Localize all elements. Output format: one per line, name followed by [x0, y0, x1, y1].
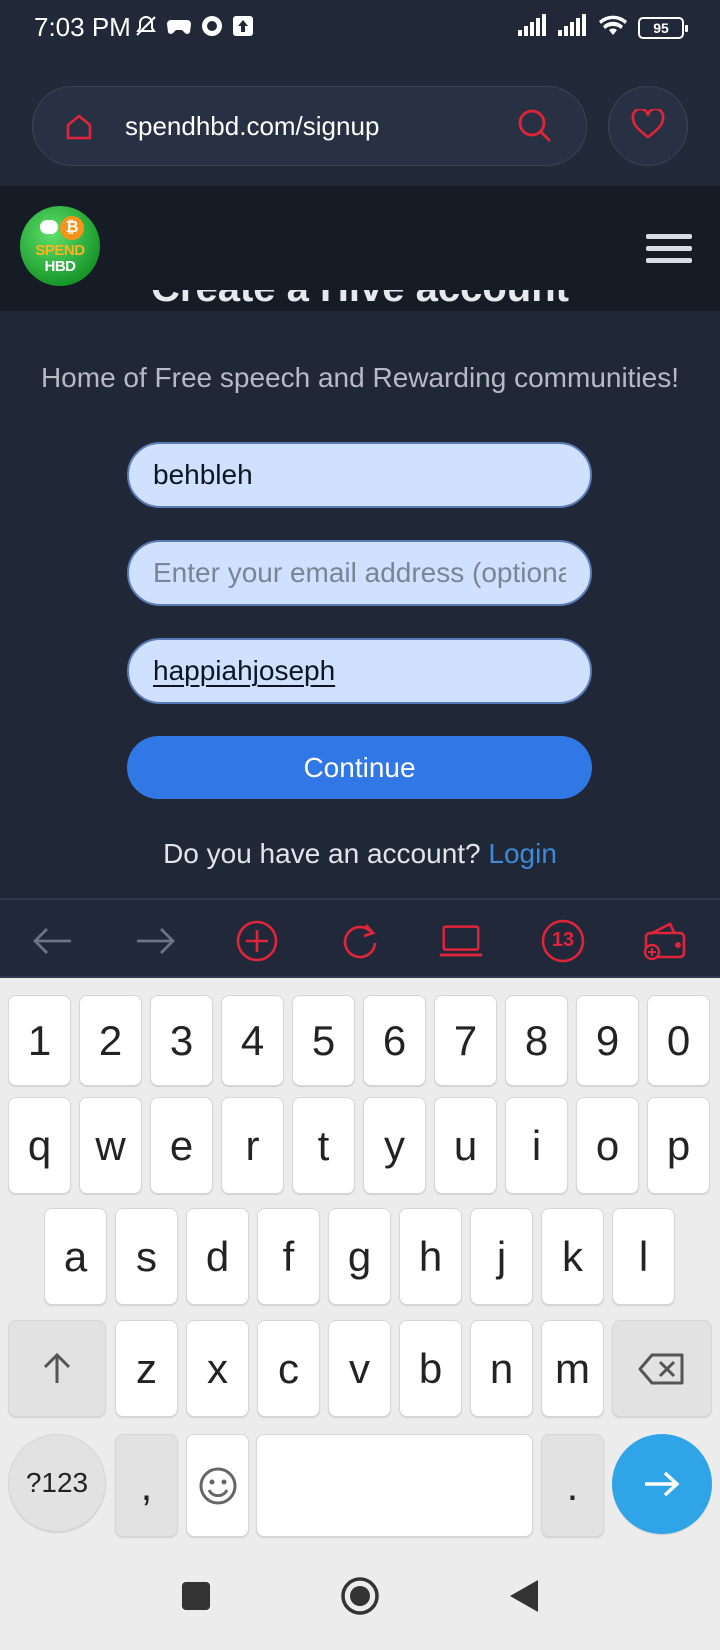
key-u[interactable]: u [434, 1097, 497, 1194]
forward-arrow-icon[interactable] [132, 918, 178, 964]
period-key[interactable]: . [541, 1434, 604, 1537]
home-nav-icon[interactable] [340, 1576, 380, 1621]
key-7[interactable]: 7 [434, 995, 497, 1086]
space-key[interactable] [256, 1434, 533, 1537]
key-0[interactable]: 0 [647, 995, 710, 1086]
key-2[interactable]: 2 [79, 995, 142, 1086]
desktop-mode-icon[interactable] [438, 918, 484, 964]
key-m[interactable]: m [541, 1320, 604, 1417]
key-9[interactable]: 9 [576, 995, 639, 1086]
backspace-key[interactable] [612, 1320, 712, 1417]
home-icon[interactable] [63, 111, 95, 148]
signal-icon-2 [558, 14, 588, 41]
key-w[interactable]: w [79, 1097, 142, 1194]
page-subtitle: Home of Free speech and Rewarding commun… [40, 362, 680, 393]
referrer-value: happiahjoseph [153, 655, 336, 686]
username-field[interactable]: behbleh [127, 442, 592, 508]
backspace-icon [638, 1353, 684, 1384]
key-y[interactable]: y [363, 1097, 426, 1194]
key-r[interactable]: r [221, 1097, 284, 1194]
mute-icon [134, 14, 158, 43]
arrow-right-icon [645, 1471, 680, 1497]
hamburger-menu-icon[interactable] [646, 234, 692, 268]
page-title: Create a Hive account [0, 290, 720, 311]
key-v[interactable]: v [328, 1320, 391, 1417]
upload-icon [232, 15, 254, 42]
search-icon[interactable] [516, 107, 552, 148]
key-6[interactable]: 6 [363, 995, 426, 1086]
key-e[interactable]: e [150, 1097, 213, 1194]
key-c[interactable]: c [257, 1320, 320, 1417]
signal-icon [518, 14, 548, 41]
emoji-icon [199, 1467, 236, 1504]
soft-keyboard: 1 2 3 4 5 6 7 8 9 0 q w e r t y u i o p … [0, 978, 720, 1548]
wallet-icon[interactable] [642, 918, 688, 964]
continue-button[interactable]: Continue [127, 736, 592, 799]
key-f[interactable]: f [257, 1208, 320, 1305]
wifi-icon [598, 14, 628, 41]
back-arrow-icon[interactable] [30, 918, 76, 964]
key-1[interactable]: 1 [8, 995, 71, 1086]
status-icons-right: 95 [518, 14, 688, 41]
chat-icon [200, 14, 224, 43]
key-d[interactable]: d [186, 1208, 249, 1305]
status-time: 7:03 PM [34, 12, 131, 42]
key-z[interactable]: z [115, 1320, 178, 1417]
key-5[interactable]: 5 [292, 995, 355, 1086]
key-8[interactable]: 8 [505, 995, 568, 1086]
key-q[interactable]: q [8, 1097, 71, 1194]
new-tab-icon[interactable] [234, 918, 280, 964]
enter-key[interactable] [612, 1434, 712, 1534]
key-i[interactable]: i [505, 1097, 568, 1194]
key-a[interactable]: a [44, 1208, 107, 1305]
browser-address-bar: spendhbd.com/signup [0, 56, 720, 186]
shift-arrow-icon [43, 1352, 71, 1383]
url-field[interactable]: spendhbd.com/signup [32, 86, 587, 166]
page-title-clipped: Create a Hive account [0, 290, 720, 312]
status-icons-left [134, 14, 254, 43]
favorite-button[interactable] [608, 86, 688, 166]
tabs-count-icon[interactable]: 13 [540, 918, 586, 964]
key-n[interactable]: n [470, 1320, 533, 1417]
url-text[interactable]: spendhbd.com/signup [125, 111, 379, 142]
key-g[interactable]: g [328, 1208, 391, 1305]
key-l[interactable]: l [612, 1208, 675, 1305]
back-nav-icon[interactable] [508, 1578, 540, 1619]
referrer-field[interactable]: happiahjoseph [127, 638, 592, 704]
comma-key[interactable]: , [115, 1434, 178, 1537]
game-icon [166, 15, 192, 42]
heart-icon [631, 107, 665, 144]
system-nav-bar [0, 1548, 720, 1650]
recents-icon[interactable] [180, 1580, 212, 1617]
key-x[interactable]: x [186, 1320, 249, 1417]
key-h[interactable]: h [399, 1208, 462, 1305]
key-3[interactable]: 3 [150, 995, 213, 1086]
key-j[interactable]: j [470, 1208, 533, 1305]
key-4[interactable]: 4 [221, 995, 284, 1086]
tabs-count: 13 [551, 929, 575, 951]
logo-text-hbd: HBD [44, 258, 77, 275]
refresh-icon[interactable] [337, 918, 383, 964]
symbols-key[interactable]: ?123 [8, 1434, 106, 1532]
key-o[interactable]: o [576, 1097, 639, 1194]
login-link[interactable]: Login [488, 838, 557, 869]
login-prompt: Do you have an account? Login [0, 838, 720, 870]
logo-text-spend: SPEND [35, 242, 85, 259]
email-field[interactable] [127, 540, 592, 606]
key-t[interactable]: t [292, 1097, 355, 1194]
key-s[interactable]: s [115, 1208, 178, 1305]
browser-toolbar: 13 [0, 898, 720, 978]
hive-mark-icon [40, 220, 58, 234]
key-k[interactable]: k [541, 1208, 604, 1305]
site-logo[interactable]: ₿ SPEND HBD [20, 206, 100, 286]
key-b[interactable]: b [399, 1320, 462, 1417]
key-p[interactable]: p [647, 1097, 710, 1194]
emoji-key[interactable] [186, 1434, 249, 1537]
status-bar: 7:03 PM 95 [0, 0, 720, 56]
battery-icon: 95 [638, 16, 688, 39]
shift-key[interactable] [8, 1320, 106, 1417]
bitcoin-icon: ₿ [60, 216, 84, 240]
login-prompt-text: Do you have an account? [163, 838, 481, 869]
